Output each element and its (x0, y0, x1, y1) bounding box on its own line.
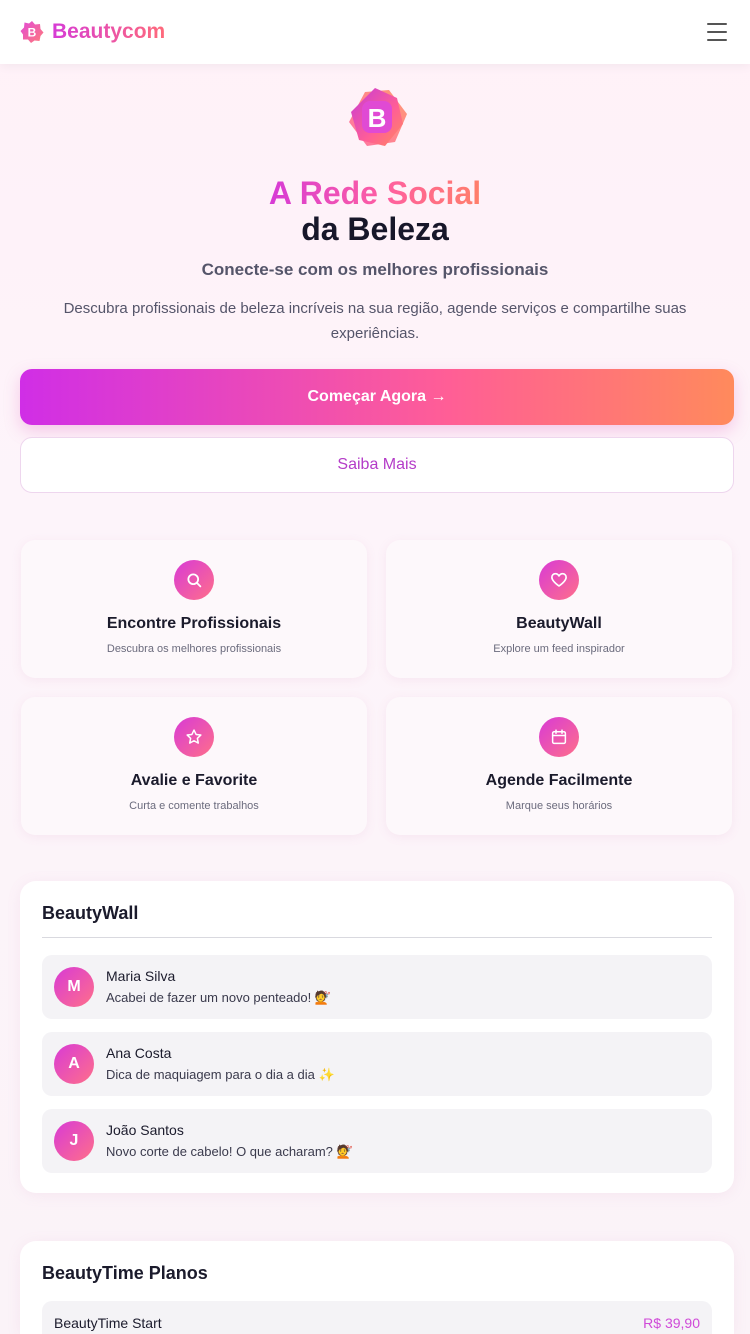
brand[interactable]: B Beautycom (20, 20, 165, 44)
avatar: J (54, 1121, 94, 1161)
post-author: Maria Silva (106, 968, 176, 984)
post-item[interactable]: J João Santos Novo corte de cabelo! O qu… (42, 1109, 712, 1173)
post-item[interactable]: A Ana Costa Dica de maquiagem para o dia… (42, 1032, 712, 1096)
post-text: Dica de maquiagem para o dia a dia ✨ (106, 1067, 335, 1082)
hero-subtitle: Conecte-se com os melhores profissionais (201, 260, 549, 279)
start-now-button[interactable]: Começar Agora → (20, 369, 734, 425)
plan-name: BeautyTime Start (54, 1315, 162, 1331)
feature-title: Avalie e Favorite (130, 772, 258, 789)
post-author: Ana Costa (106, 1045, 172, 1061)
feature-title: BeautyWall (516, 615, 602, 632)
top-nav-bar: B Beautycom (0, 0, 750, 64)
feature-title: Agende Facilmente (485, 772, 633, 789)
heart-icon (539, 560, 579, 600)
post-text: Novo corte de cabelo! O que acharam? 💇 (106, 1144, 353, 1159)
post-text: Acabei de fazer um novo penteado! 💇 (106, 990, 332, 1005)
beautywall-panel: BeautyWall M Maria Silva Acabei de fazer… (20, 881, 734, 1193)
panel-title: BeautyTime Planos (42, 1263, 208, 1283)
feature-description: Descubra os melhores profissionais (106, 643, 282, 655)
feature-card-rate-favorite[interactable]: Avalie e Favorite Curta e comente trabal… (21, 697, 367, 835)
plans-panel: BeautyTime Planos BeautyTime Start R$ 39… (20, 1241, 734, 1334)
svg-text:B: B (28, 26, 37, 40)
learn-more-button[interactable]: Saiba Mais (20, 437, 734, 493)
calendar-icon (539, 717, 579, 757)
feature-card-beautywall[interactable]: BeautyWall Explore um feed inspirador (386, 540, 732, 678)
feature-title: Encontre Profissionais (106, 615, 282, 632)
avatar: A (54, 1044, 94, 1084)
post-item[interactable]: M Maria Silva Acabei de fazer um novo pe… (42, 955, 712, 1019)
star-icon (174, 717, 214, 757)
feature-card-find-professionals[interactable]: Encontre Profissionais Descubra os melho… (21, 540, 367, 678)
plan-price: R$ 39,90 (643, 1315, 700, 1331)
feature-description: Marque seus horários (505, 800, 613, 812)
beautycom-logo-icon: B (20, 20, 44, 44)
hero-logo-icon: B (345, 88, 409, 148)
hamburger-menu-icon[interactable] (704, 21, 730, 43)
avatar: M (54, 967, 94, 1007)
search-icon (174, 560, 214, 600)
hero-title-line1: A Rede Social (268, 175, 482, 211)
feature-description: Curta e comente trabalhos (129, 800, 259, 812)
plan-item[interactable]: BeautyTime Start R$ 39,90 (42, 1301, 712, 1334)
svg-text:B: B (368, 103, 387, 133)
brand-name: Beautycom (52, 20, 166, 43)
divider (42, 937, 712, 938)
hero-title-line2: da Beleza (301, 211, 449, 247)
post-author: João Santos (106, 1122, 184, 1138)
feature-card-schedule[interactable]: Agende Facilmente Marque seus horários (386, 697, 732, 835)
hero-description: Descubra profissionais de beleza incríve… (63, 300, 687, 342)
feature-description: Explore um feed inspirador (493, 643, 625, 655)
panel-title: BeautyWall (42, 903, 139, 923)
